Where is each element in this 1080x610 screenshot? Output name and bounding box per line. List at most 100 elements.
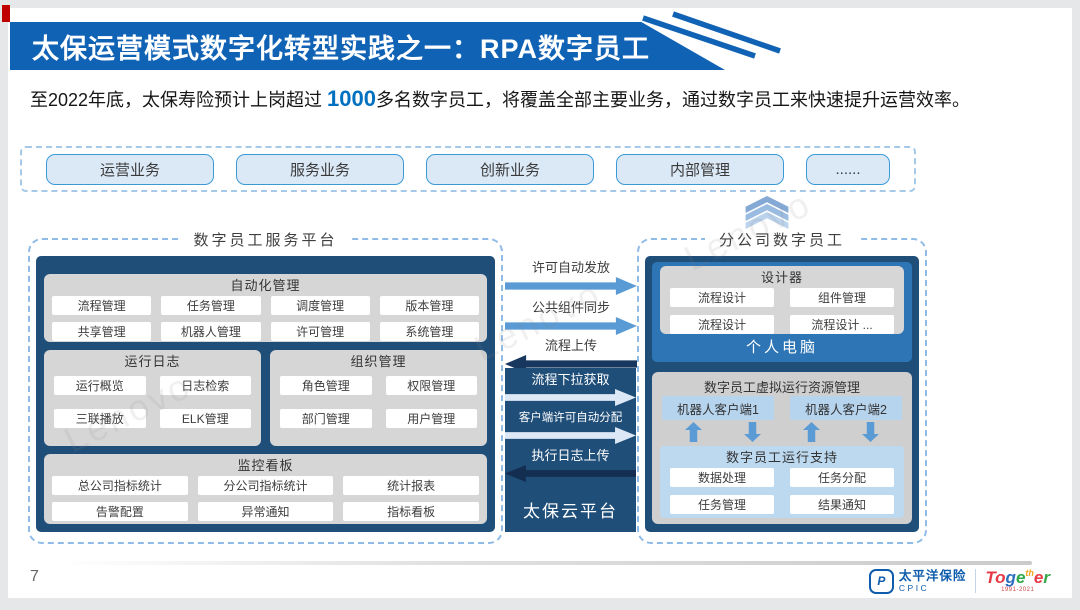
- module-button: 共享管理: [52, 322, 151, 341]
- module-button: 调度管理: [271, 296, 370, 315]
- pc-label: 个人电脑: [652, 336, 912, 357]
- subtitle-highlight: 1000: [327, 86, 376, 111]
- left-frame-title: 数字员工服务平台: [179, 229, 351, 250]
- runlog-section-title: 运行日志: [44, 353, 261, 370]
- module-button: 统计报表: [343, 476, 479, 495]
- tab-innovation: 创新业务: [426, 154, 594, 185]
- module-button: 日志检索: [160, 376, 252, 395]
- arrow-label: 公共组件同步: [532, 300, 610, 316]
- virtual-resource-title: 数字员工虚拟运行资源管理: [652, 377, 912, 396]
- chevron-up-icon: [740, 196, 794, 229]
- module-button: 三联播放: [54, 409, 146, 428]
- subtitle-prefix: 至2022年底，太保寿险预计上岗超过: [30, 90, 327, 110]
- left-platform-frame: 数字员工服务平台 自动化管理 流程管理 任务管理 调度管理 版本管理 共享管理 …: [28, 238, 503, 544]
- together-letter: th: [1025, 569, 1034, 578]
- together-letter: r: [1043, 569, 1050, 586]
- red-accent-bar: [2, 5, 10, 22]
- together-letter: To: [985, 569, 1005, 586]
- branch-employee-panel: 设计器 流程设计 组件管理 流程设计 流程设计 ... 个人电脑 数字员工虚拟运…: [645, 256, 919, 532]
- footer-divider: [56, 561, 1032, 565]
- arrow-label: 许可自动发放: [532, 260, 610, 276]
- down-arrow-icon: [744, 422, 761, 442]
- tab-operations: 运营业务: [46, 154, 214, 185]
- module-button: 结果通知: [790, 495, 894, 514]
- together-logo: Together 1991-2021: [985, 569, 1050, 593]
- arrow-label: 客户端许可自动分配: [519, 410, 623, 426]
- module-button: 组件管理: [790, 288, 894, 307]
- personal-computer-box: 设计器 流程设计 组件管理 流程设计 流程设计 ... 个人电脑: [652, 262, 912, 362]
- monitor-section: 监控看板 总公司指标统计 分公司指标统计 统计报表 告警配置 异常通知 指标看板: [44, 454, 487, 524]
- left-arrow: [505, 465, 636, 482]
- up-arrow-icon: [685, 422, 702, 442]
- together-letter: g: [1006, 569, 1016, 586]
- cpic-logo-text: 太平洋保险 CPIC: [899, 570, 967, 593]
- automation-grid: 流程管理 任务管理 调度管理 版本管理 共享管理 机器人管理 许可管理 系统管理: [44, 296, 487, 341]
- service-platform-panel: 自动化管理 流程管理 任务管理 调度管理 版本管理 共享管理 机器人管理 许可管…: [36, 256, 495, 532]
- module-button: 数据处理: [670, 468, 774, 487]
- robot-clients-row: 机器人客户端1 机器人客户端2: [662, 396, 902, 420]
- run-support-grid: 数据处理 任务分配 任务管理 结果通知: [660, 468, 904, 514]
- page-number: 7: [30, 568, 39, 586]
- run-support-title: 数字员工运行支持: [660, 449, 904, 466]
- module-button: 流程设计: [670, 315, 774, 334]
- org-section: 组织管理 角色管理 权限管理 部门管理 用户管理: [270, 350, 487, 446]
- subtitle: 至2022年底，太保寿险预计上岗超过 1000多名数字员工，将覆盖全部主要业务，…: [30, 86, 1060, 112]
- module-button: 权限管理: [386, 376, 478, 395]
- together-letter: e: [1016, 569, 1025, 586]
- slide-canvas: 太保运营模式数字化转型实践之一：RPA数字员工 至2022年底，太保寿险预计上岗…: [0, 0, 1080, 610]
- right-frame-title: 分公司数字员工: [705, 229, 859, 250]
- together-wordmark: Together: [985, 569, 1050, 586]
- automation-section-title: 自动化管理: [44, 277, 487, 294]
- right-arrow: [505, 427, 636, 444]
- module-button: 运行概览: [54, 376, 146, 395]
- module-button: 流程设计 ...: [790, 315, 894, 334]
- monitor-section-title: 监控看板: [44, 457, 487, 474]
- module-button: 流程设计: [670, 288, 774, 307]
- virtual-resource-section: 数字员工虚拟运行资源管理 机器人客户端1 机器人客户端2 数字员工运行支持 数据…: [652, 372, 912, 524]
- business-category-row: 运营业务 服务业务 创新业务 内部管理 ......: [20, 146, 916, 192]
- together-subtext: 1991-2021: [1001, 587, 1034, 593]
- monitor-grid: 总公司指标统计 分公司指标统计 统计报表 告警配置 异常通知 指标看板: [44, 476, 487, 521]
- cloud-platform-strip: 流程下拉获取 客户端许可自动分配 执行日志上传 太保云平台: [505, 368, 636, 532]
- org-section-title: 组织管理: [270, 353, 487, 370]
- updown-arrows-row: [664, 422, 900, 442]
- right-arrow: [505, 317, 637, 335]
- automation-section: 自动化管理 流程管理 任务管理 调度管理 版本管理 共享管理 机器人管理 许可管…: [44, 274, 487, 342]
- module-button: ELK管理: [160, 409, 252, 428]
- module-button: 总公司指标统计: [52, 476, 188, 495]
- tab-services: 服务业务: [236, 154, 404, 185]
- module-button: 告警配置: [52, 502, 188, 521]
- page-title: 太保运营模式数字化转型实践之一：RPA数字员工: [10, 27, 650, 66]
- arrow-label: 流程下拉获取: [531, 372, 609, 388]
- module-button: 角色管理: [280, 376, 372, 395]
- cpic-name: 太平洋保险: [899, 570, 967, 583]
- subtitle-suffix: 多名数字员工，将覆盖全部主要业务，通过数字员工来快速提升运营效率。: [376, 90, 970, 110]
- designer-section-title: 设计器: [660, 269, 904, 286]
- arrow-label: 执行日志上传: [531, 448, 609, 464]
- module-button: 许可管理: [271, 322, 370, 341]
- together-letter: e: [1034, 569, 1043, 586]
- right-arrow: [505, 277, 637, 295]
- footer-logos: P 太平洋保险 CPIC Together 1991-2021: [869, 566, 1050, 596]
- runlog-section: 运行日志 运行概览 日志检索 三联播放 ELK管理: [44, 350, 261, 446]
- logo-separator: [975, 569, 976, 593]
- right-arrow: [505, 389, 636, 406]
- org-grid: 角色管理 权限管理 部门管理 用户管理: [270, 376, 487, 428]
- cpic-abbr: CPIC: [899, 584, 967, 593]
- banner-stripe-decoration: [615, 10, 795, 70]
- module-button: 系统管理: [380, 322, 479, 341]
- cloud-platform-label: 太保云平台: [523, 497, 618, 522]
- robot-client-box: 机器人客户端2: [790, 396, 902, 420]
- runlog-grid: 运行概览 日志检索 三联播放 ELK管理: [44, 376, 261, 428]
- run-support-section: 数字员工运行支持 数据处理 任务分配 任务管理 结果通知: [660, 446, 904, 518]
- module-button: 任务分配: [790, 468, 894, 487]
- module-button: 流程管理: [52, 296, 151, 315]
- module-button: 机器人管理: [161, 322, 260, 341]
- module-button: 部门管理: [280, 409, 372, 428]
- module-button: 任务管理: [670, 495, 774, 514]
- robot-client-box: 机器人客户端1: [662, 396, 774, 420]
- designer-section: 设计器 流程设计 组件管理 流程设计 流程设计 ...: [660, 266, 904, 334]
- module-button: 指标看板: [343, 502, 479, 521]
- sync-arrows-group: 许可自动发放 公共组件同步 流程上传: [505, 258, 637, 373]
- tab-more: ......: [806, 154, 890, 185]
